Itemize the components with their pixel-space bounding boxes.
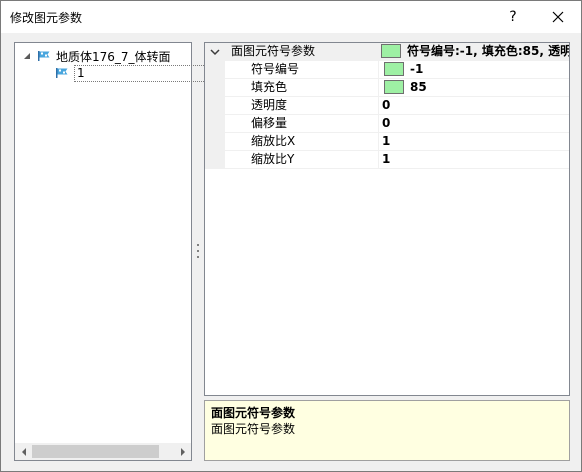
category-name: 面图元符号参数 (231, 44, 316, 58)
scrollbar-thumb[interactable] (32, 445, 159, 458)
property-name: 缩放比Y (225, 151, 378, 169)
property-name: 填充色 (225, 79, 378, 97)
description-title: 面图元符号参数 (211, 406, 296, 420)
property-row[interactable]: 符号编号 -1 (205, 61, 569, 79)
property-row[interactable]: 透明度 0 (205, 97, 569, 115)
property-name: 偏移量 (225, 115, 378, 133)
color-swatch (384, 61, 404, 76)
expand-triangle-icon[interactable] (21, 50, 33, 62)
property-name: 缩放比X (225, 133, 378, 151)
panel-splitter[interactable] (196, 244, 200, 258)
scroll-left-arrow-icon[interactable] (15, 443, 32, 460)
title-bar[interactable]: 修改图元参数 ? (1, 1, 581, 33)
color-swatch (381, 43, 401, 58)
property-value[interactable]: 0 (379, 97, 569, 115)
close-button[interactable] (535, 1, 581, 33)
property-row[interactable]: 缩放比X 1 (205, 133, 569, 151)
grid-category-row[interactable]: 面图元符号参数 符号编号:-1, 填充色:85, 透明度:0, 偏移量:0, 缩… (205, 43, 569, 61)
description-panel: 面图元符号参数 面图元符号参数 (204, 400, 570, 461)
horizontal-scrollbar[interactable] (15, 443, 191, 460)
property-value[interactable]: 1 (379, 133, 569, 151)
property-name: 透明度 (225, 97, 378, 115)
tree-node-root[interactable]: 地质体176_7_体转面 (21, 47, 171, 65)
flag-icon (38, 51, 50, 61)
scroll-right-arrow-icon[interactable] (174, 443, 191, 460)
close-icon (552, 11, 564, 23)
property-row[interactable]: 缩放比Y 1 (205, 151, 569, 169)
property-grid[interactable]: 面图元符号参数 符号编号:-1, 填充色:85, 透明度:0, 偏移量:0, 缩… (204, 42, 570, 396)
property-value: 85 (410, 80, 427, 94)
window-title: 修改图元参数 (10, 11, 83, 25)
help-label: ? (509, 9, 517, 25)
property-value[interactable]: 1 (379, 151, 569, 169)
property-row[interactable]: 偏移量 0 (205, 115, 569, 133)
property-value-cell[interactable]: 85 (379, 79, 569, 97)
layer-tree[interactable]: 地质体176_7_体转面 1 (14, 42, 206, 461)
flag-icon (56, 68, 68, 78)
tree-node-child[interactable]: 1 (55, 64, 206, 82)
property-value: -1 (410, 62, 424, 76)
description-text: 面图元符号参数 (211, 422, 296, 436)
property-value-cell[interactable]: -1 (379, 61, 569, 79)
category-value: 符号编号:-1, 填充色:85, 透明度:0, 偏移量:0, 缩放比X:1, 缩… (407, 44, 569, 58)
color-swatch (384, 79, 404, 94)
help-button[interactable]: ? (491, 1, 535, 33)
dialog-window: 修改图元参数 ? 地质体176_7_体转面 1 面图元符号参数 符号编号:-1,… (0, 0, 582, 472)
tree-child-label[interactable]: 1 (74, 64, 206, 82)
tree-root-label: 地质体176_7_体转面 (56, 49, 171, 64)
category-value-cell: 符号编号:-1, 填充色:85, 透明度:0, 偏移量:0, 缩放比X:1, 缩… (379, 43, 569, 61)
property-row[interactable]: 填充色 85 (205, 79, 569, 97)
collapse-chevron-icon[interactable] (209, 46, 221, 58)
property-value[interactable]: 0 (379, 115, 569, 133)
property-name: 符号编号 (225, 61, 378, 79)
